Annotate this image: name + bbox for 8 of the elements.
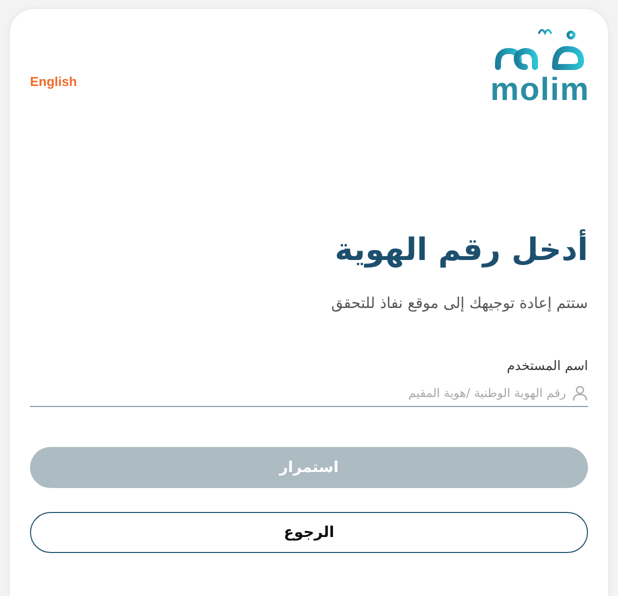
language-link[interactable]: English [30,72,77,92]
subtitle: ستتم إعادة توجيهك إلى موقع نفاذ للتحقق [330,293,588,314]
username-field[interactable]: رقم الهوية الوطنية /هوية المقيم [30,384,566,402]
page-title: أدخل رقم الهوية [30,230,588,270]
user-icon [572,385,588,401]
field-label: اسم المستخدم [506,358,588,376]
logo-wordmark: molim [490,73,590,105]
back-button[interactable]: الرجوع [30,512,588,553]
